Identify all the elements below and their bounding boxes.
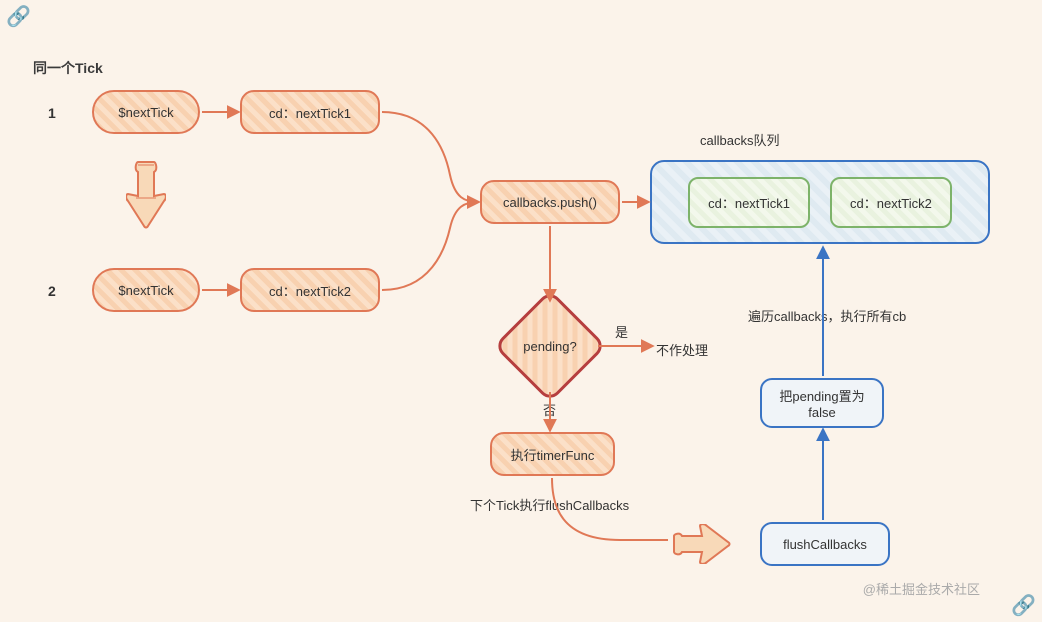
label-next-tick-note: 下个Tick执行flushCallbacks bbox=[470, 495, 629, 514]
watermark: @稀土掘金技术社区 bbox=[863, 579, 980, 598]
node-cd-2: cd：nextTick2 bbox=[240, 268, 380, 312]
node-callbacks-push: callbacks.push() bbox=[480, 180, 620, 224]
node-pending-decision: pending? bbox=[510, 306, 590, 386]
node-cd-1: cd：nextTick1 bbox=[240, 90, 380, 134]
queue-item-1: cd：nextTick1 bbox=[688, 177, 810, 228]
big-right-arrow-icon bbox=[672, 524, 732, 564]
row-number-2: 2 bbox=[48, 283, 56, 299]
label-yes: 是 bbox=[615, 322, 628, 341]
node-flush-callbacks: flushCallbacks bbox=[760, 522, 890, 566]
label-no: 否 bbox=[543, 400, 556, 419]
node-nexttick-1: $nextTick bbox=[92, 90, 200, 134]
node-timerfunc: 执行timerFunc bbox=[490, 432, 615, 476]
label-noop: 不作处理 bbox=[656, 340, 708, 359]
queue-item-2: cd：nextTick2 bbox=[830, 177, 952, 228]
link-icon: 🔗 bbox=[6, 4, 31, 29]
node-set-pending-false: 把pending置为false bbox=[760, 378, 884, 428]
big-down-arrow-icon bbox=[126, 160, 166, 230]
set-pending-false-label: 把pending置为false bbox=[776, 386, 868, 420]
row-number-1: 1 bbox=[48, 105, 56, 121]
node-nexttick-2: $nextTick bbox=[92, 268, 200, 312]
flush-callbacks-label: flushCallbacks bbox=[783, 537, 867, 552]
label-queue-title: callbacks队列 bbox=[700, 130, 779, 149]
label-iterate-note: 遍历callbacks，执行所有cb bbox=[748, 306, 906, 325]
diagram-title: 同一个Tick bbox=[33, 58, 103, 78]
link-icon: 🔗 bbox=[1011, 593, 1036, 618]
node-callbacks-queue: cd：nextTick1 cd：nextTick2 bbox=[650, 160, 990, 244]
pending-label: pending? bbox=[510, 306, 590, 386]
